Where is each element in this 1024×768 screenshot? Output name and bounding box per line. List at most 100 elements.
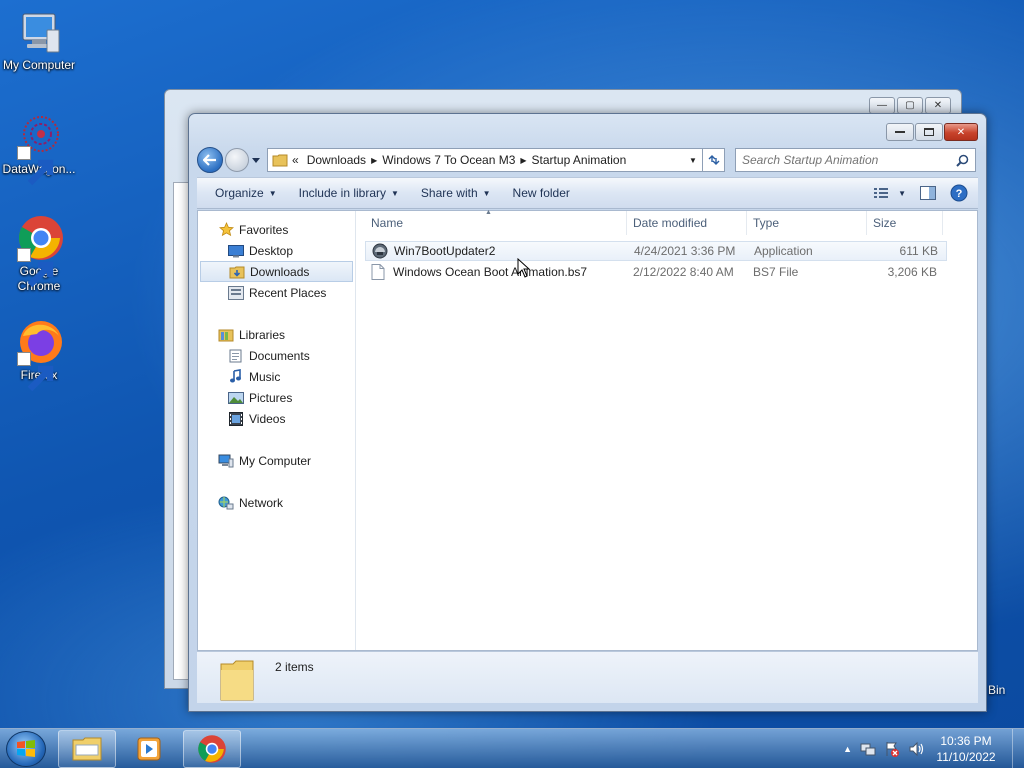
include-in-library-button[interactable]: Include in library ▼ xyxy=(291,186,407,200)
nav-pictures[interactable]: Pictures xyxy=(198,387,355,408)
nav-videos[interactable]: Videos xyxy=(198,408,355,429)
include-in-library-label: Include in library xyxy=(298,186,386,200)
navigation-bar: « Downloads ▶ Windows 7 To Ocean M3 ▶ St… xyxy=(197,147,978,173)
action-center-icon[interactable] xyxy=(884,741,900,757)
chevron-down-icon: ▼ xyxy=(268,188,277,198)
change-view-button[interactable]: ▼ xyxy=(874,187,906,199)
close-button[interactable]: ✕ xyxy=(944,123,978,141)
close-button[interactable]: ✕ xyxy=(925,97,951,114)
nav-favorites[interactable]: Favorites xyxy=(198,219,355,240)
nav-downloads[interactable]: Downloads xyxy=(200,261,353,282)
close-icon: ✕ xyxy=(956,126,966,138)
desktop-icon xyxy=(228,243,244,259)
search-input[interactable] xyxy=(742,153,956,167)
nav-pictures-label: Pictures xyxy=(249,390,293,405)
chevron-down-icon: ▼ xyxy=(898,188,906,198)
nav-documents[interactable]: Documents xyxy=(198,345,355,366)
search-box[interactable] xyxy=(735,148,976,172)
forward-button[interactable] xyxy=(225,148,249,172)
address-dropdown-icon[interactable]: ▼ xyxy=(684,156,702,165)
volume-icon[interactable] xyxy=(908,741,924,757)
taskbar-explorer-button[interactable] xyxy=(58,730,116,768)
nav-desktop[interactable]: Desktop xyxy=(198,240,355,261)
system-tray: ▲ xyxy=(843,741,924,757)
column-header-type[interactable]: Type xyxy=(747,211,867,235)
nav-recent-places[interactable]: Recent Places xyxy=(198,282,355,303)
network-status-icon[interactable] xyxy=(860,741,876,757)
music-note-icon xyxy=(228,369,244,385)
chrome-icon xyxy=(198,735,226,763)
breadcrumb-separator-icon[interactable]: ▶ xyxy=(519,156,527,165)
breadcrumb-downloads[interactable]: Downloads xyxy=(303,153,370,167)
computer-icon xyxy=(218,453,234,469)
recent-pages-button[interactable] xyxy=(251,157,261,163)
taskbar-media-player-button[interactable] xyxy=(120,730,178,768)
folder-icon xyxy=(220,660,254,701)
file-type: Application xyxy=(754,244,813,258)
back-button[interactable] xyxy=(197,147,223,173)
explorer-window[interactable]: ✕ « Downloads ▶ Windows 7 To Ocean M3 ▶ … xyxy=(188,113,987,712)
new-folder-button[interactable]: New folder xyxy=(505,186,578,200)
file-list: ▲ Name Date modified Type Size Win7BootU… xyxy=(357,209,977,650)
file-size: 3,206 KB xyxy=(887,265,937,279)
taskbar-clock[interactable]: 10:36 PM 11/10/2022 xyxy=(926,733,1006,765)
file-name: Windows Ocean Boot Animation.bs7 xyxy=(393,265,588,279)
column-header-date-modified[interactable]: Date modified xyxy=(627,211,747,235)
preview-pane-icon[interactable] xyxy=(920,186,936,200)
documents-icon xyxy=(228,348,244,364)
generic-file-icon xyxy=(371,264,387,280)
desktop-icon-firefox[interactable]: Firefox xyxy=(0,318,79,392)
taskbar-chrome-button[interactable] xyxy=(183,730,241,768)
desktop-icon-datawagon[interactable]: DataWagon... xyxy=(0,112,79,186)
address-bar[interactable]: « Downloads ▶ Windows 7 To Ocean M3 ▶ St… xyxy=(267,148,703,172)
start-button[interactable] xyxy=(6,731,46,767)
recycle-bin-label[interactable]: Bin xyxy=(988,683,1005,697)
star-icon xyxy=(218,222,234,238)
desktop-icon-label: My Computer xyxy=(2,58,76,72)
nav-favorites-label: Favorites xyxy=(239,222,289,237)
column-header-name[interactable]: ▲ Name xyxy=(365,209,627,235)
file-name-cell: Windows Ocean Boot Animation.bs7 xyxy=(365,264,627,280)
minimize-button[interactable] xyxy=(886,123,914,141)
share-with-label: Share with xyxy=(420,186,478,200)
pictures-icon xyxy=(228,390,244,406)
table-row[interactable]: Win7BootUpdater2 4/24/2021 3:36 PM Appli… xyxy=(365,241,947,261)
file-type: BS7 File xyxy=(753,265,799,279)
refresh-button[interactable] xyxy=(703,148,725,172)
column-name-label: Name xyxy=(371,216,404,230)
address-overflow[interactable]: « xyxy=(288,153,303,167)
search-icon[interactable] xyxy=(956,154,969,167)
file-date: 4/24/2021 3:36 PM xyxy=(634,244,736,258)
navigation-pane: Favorites Desktop Downloads Recent Place… xyxy=(198,211,356,650)
shortcut-arrow-icon xyxy=(17,248,54,288)
recent-places-icon xyxy=(228,285,244,301)
breadcrumb-separator-icon[interactable]: ▶ xyxy=(370,156,378,165)
command-bar: Organize ▼ Include in library ▼ Share wi… xyxy=(197,177,978,209)
breadcrumb-windows-7-to-ocean[interactable]: Windows 7 To Ocean M3 xyxy=(378,153,519,167)
chevron-down-icon: ▼ xyxy=(482,188,491,198)
nav-music[interactable]: Music xyxy=(198,366,355,387)
table-row[interactable]: Windows Ocean Boot Animation.bs7 2/12/20… xyxy=(365,262,947,282)
taskbar: ▲ 10:36 PM 11/10/2022 xyxy=(0,728,1024,768)
breadcrumb-startup-animation[interactable]: Startup Animation xyxy=(528,153,631,167)
nav-libraries[interactable]: Libraries xyxy=(198,324,355,345)
content-area: Favorites Desktop Downloads Recent Place… xyxy=(197,209,978,651)
back-arrow-icon xyxy=(203,154,216,166)
minimize-icon xyxy=(895,131,905,133)
desktop-icon-my-computer[interactable]: My Computer xyxy=(0,8,79,73)
show-desktop-button[interactable] xyxy=(1012,729,1024,768)
show-hidden-icons-button[interactable]: ▲ xyxy=(843,744,852,754)
media-player-icon xyxy=(137,737,161,761)
help-icon[interactable]: ? xyxy=(950,184,968,202)
nav-my-computer[interactable]: My Computer xyxy=(198,450,355,471)
minimize-button[interactable]: — xyxy=(869,97,895,114)
firefox-icon xyxy=(15,318,63,392)
maximize-button[interactable] xyxy=(915,123,943,141)
desktop-icon-google-chrome[interactable]: Google Chrome xyxy=(0,214,79,294)
column-header-size[interactable]: Size xyxy=(867,211,943,235)
nav-network[interactable]: Network xyxy=(198,492,355,513)
clock-time: 10:36 PM xyxy=(940,734,992,748)
share-with-button[interactable]: Share with ▼ xyxy=(413,186,499,200)
organize-button[interactable]: Organize ▼ xyxy=(207,186,285,200)
maximize-button[interactable]: ▢ xyxy=(897,97,923,114)
